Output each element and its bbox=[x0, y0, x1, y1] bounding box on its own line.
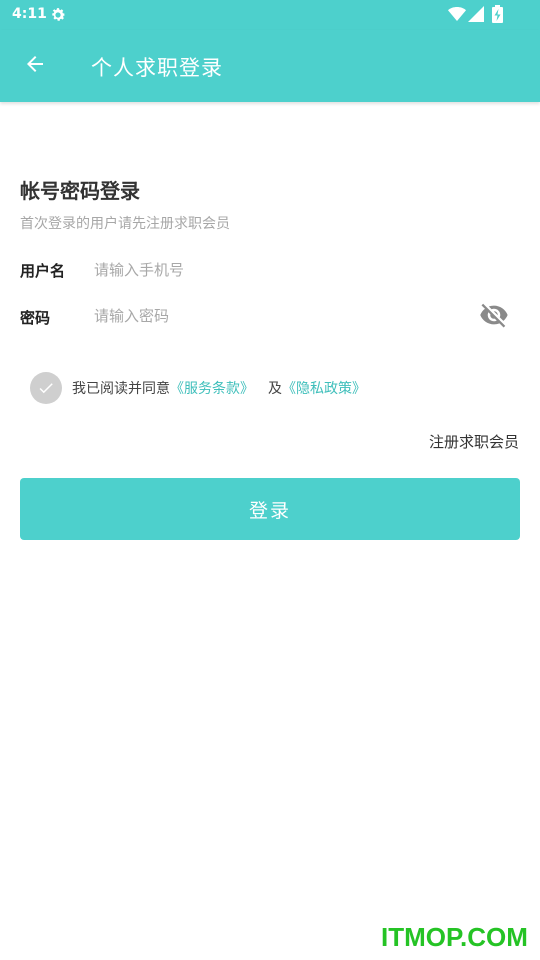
app-bar: 个人求职登录 bbox=[0, 30, 540, 102]
login-button[interactable]: 登录 bbox=[20, 478, 520, 540]
eye-off-icon bbox=[479, 300, 509, 334]
username-input[interactable] bbox=[94, 256, 464, 284]
agreement-text: 我已阅读并同意 bbox=[72, 381, 170, 397]
password-visibility-toggle[interactable] bbox=[478, 301, 510, 333]
arrow-left-icon bbox=[23, 52, 47, 80]
page-title: 个人求职登录 bbox=[91, 56, 223, 80]
wifi-icon bbox=[448, 6, 466, 22]
status-time: 4:11 bbox=[12, 6, 47, 22]
agreement-and: 及 bbox=[268, 381, 282, 397]
password-input[interactable] bbox=[94, 302, 464, 330]
gear-icon bbox=[49, 6, 67, 24]
signal-icon bbox=[468, 6, 484, 22]
privacy-link[interactable]: 《隐私政策》 bbox=[282, 378, 366, 398]
username-label: 用户名 bbox=[20, 262, 66, 280]
form-title: 帐号密码登录 bbox=[20, 179, 140, 203]
terms-link[interactable]: 《服务条款》 bbox=[170, 378, 254, 398]
form-subtitle: 首次登录的用户请先注册求职会员 bbox=[20, 216, 230, 232]
back-button[interactable] bbox=[12, 43, 58, 89]
battery-charging-icon bbox=[492, 5, 503, 23]
agreement-row: 我已阅读并同意 《服务条款》 及 《隐私政策》 bbox=[30, 372, 366, 404]
watermark: ITMOP.COM bbox=[381, 922, 528, 952]
register-link[interactable]: 注册求职会员 bbox=[429, 431, 519, 452]
check-icon bbox=[39, 383, 53, 394]
agreement-checkbox[interactable] bbox=[30, 372, 62, 404]
password-label: 密码 bbox=[20, 309, 51, 327]
status-bar: 4:11 bbox=[0, 0, 540, 30]
